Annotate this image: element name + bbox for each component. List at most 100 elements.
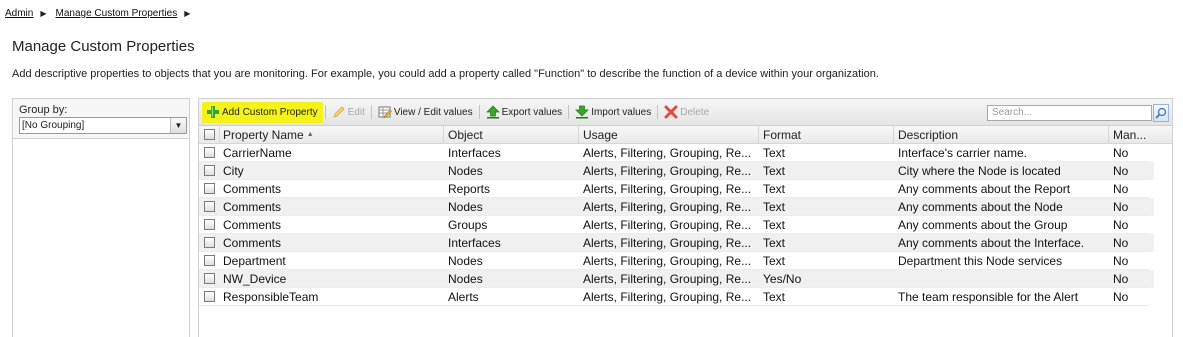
- search-button[interactable]: [1153, 104, 1169, 122]
- add-custom-property-button[interactable]: Add Custom Property: [202, 101, 323, 123]
- column-header-property-name[interactable]: Property Name ▲: [220, 126, 444, 143]
- search-input[interactable]: Search...: [987, 105, 1152, 121]
- import-values-label: Import values: [591, 106, 652, 118]
- object-cell: Reports: [444, 180, 579, 198]
- property-name-cell: Comments: [220, 180, 444, 198]
- object-cell: Nodes: [444, 198, 579, 216]
- row-checkbox[interactable]: [204, 165, 215, 176]
- row-checkbox-cell: [199, 252, 220, 270]
- format-cell: Yes/No: [759, 270, 894, 288]
- row-checkbox[interactable]: [204, 273, 215, 284]
- property-name-cell: NW_Device: [220, 270, 444, 288]
- group-by-select[interactable]: [No Grouping] ▼: [19, 117, 187, 134]
- row-checkbox[interactable]: [204, 183, 215, 194]
- format-cell: Text: [759, 144, 894, 162]
- format-cell: Text: [759, 162, 894, 180]
- table-row[interactable]: CarrierName Interfaces Alerts, Filtering…: [199, 144, 1154, 162]
- table-row[interactable]: Comments Groups Alerts, Filtering, Group…: [199, 216, 1154, 234]
- row-checkbox-cell: [199, 216, 220, 234]
- row-checkbox[interactable]: [204, 291, 215, 302]
- table-row[interactable]: Comments Reports Alerts, Filtering, Grou…: [199, 180, 1154, 198]
- edit-button[interactable]: Edit: [328, 102, 369, 123]
- view-edit-values-button[interactable]: View / Edit values: [374, 102, 477, 123]
- row-checkbox[interactable]: [204, 255, 215, 266]
- column-header-label: Property Name: [223, 127, 304, 142]
- usage-cell: Alerts, Filtering, Grouping, Re...: [579, 180, 759, 198]
- property-name-cell: Department: [220, 252, 444, 270]
- usage-cell: Alerts, Filtering, Grouping, Re...: [579, 252, 759, 270]
- row-checkbox-cell: [199, 288, 220, 306]
- description-cell: The team responsible for the Alert: [894, 288, 1109, 306]
- table-row[interactable]: ResponsibleTeam Alerts Alerts, Filtering…: [199, 288, 1154, 306]
- object-cell: Interfaces: [444, 234, 579, 252]
- property-name-cell: Comments: [220, 216, 444, 234]
- row-checkbox-cell: [199, 180, 220, 198]
- group-by-label: Group by:: [19, 104, 68, 116]
- row-checkbox[interactable]: [204, 147, 215, 158]
- chevron-down-icon[interactable]: ▼: [170, 118, 186, 133]
- format-cell: Text: [759, 216, 894, 234]
- add-icon: [207, 106, 219, 118]
- breadcrumb: Admin ▶ Manage Custom Properties ▶: [5, 8, 199, 19]
- object-cell: Nodes: [444, 162, 579, 180]
- format-cell: Text: [759, 198, 894, 216]
- usage-cell: Alerts, Filtering, Grouping, Re...: [579, 216, 759, 234]
- column-header-mandatory[interactable]: Man...: [1109, 126, 1149, 143]
- table-row[interactable]: Department Nodes Alerts, Filtering, Grou…: [199, 252, 1154, 270]
- format-cell: Text: [759, 180, 894, 198]
- custom-properties-grid: Add Custom Property Edit View / Edit val…: [198, 98, 1173, 337]
- group-by-header: Group by: [No Grouping] ▼: [13, 99, 189, 139]
- object-cell: Alerts: [444, 288, 579, 306]
- mandatory-cell: No: [1109, 162, 1149, 180]
- breadcrumb-admin-link[interactable]: Admin: [5, 8, 33, 19]
- import-values-button[interactable]: Import values: [571, 102, 655, 123]
- table-row[interactable]: NW_Device Nodes Alerts, Filtering, Group…: [199, 270, 1154, 288]
- edit-label: Edit: [347, 106, 365, 118]
- mandatory-cell: No: [1109, 198, 1149, 216]
- group-by-selected-value: [No Grouping]: [22, 120, 85, 131]
- row-checkbox[interactable]: [204, 219, 215, 230]
- add-custom-property-label: Add Custom Property: [222, 106, 318, 118]
- description-cell: Any comments about the Report: [894, 180, 1109, 198]
- row-checkbox[interactable]: [204, 201, 215, 212]
- usage-cell: Alerts, Filtering, Grouping, Re...: [579, 234, 759, 252]
- delete-button[interactable]: Delete: [660, 102, 713, 123]
- usage-cell: Alerts, Filtering, Grouping, Re...: [579, 162, 759, 180]
- table-row[interactable]: Comments Interfaces Alerts, Filtering, G…: [199, 234, 1154, 252]
- property-name-cell: CarrierName: [220, 144, 444, 162]
- column-header-object[interactable]: Object: [444, 126, 579, 143]
- property-name-cell: Comments: [220, 234, 444, 252]
- column-header-description[interactable]: Description: [894, 126, 1109, 143]
- row-checkbox-cell: [199, 198, 220, 216]
- select-all-cell: [199, 126, 220, 143]
- toolbar-divider: [324, 105, 326, 119]
- usage-cell: Alerts, Filtering, Grouping, Re...: [579, 288, 759, 306]
- row-checkbox-cell: [199, 162, 220, 180]
- mandatory-cell: No: [1109, 234, 1149, 252]
- toolbar-divider: [370, 105, 372, 119]
- page-description: Add descriptive properties to objects th…: [12, 68, 879, 80]
- mandatory-cell: No: [1109, 180, 1149, 198]
- export-arrow-up-icon: [485, 105, 500, 119]
- description-cell: City where the Node is located: [894, 162, 1109, 180]
- column-header-format[interactable]: Format: [759, 126, 894, 143]
- table-row[interactable]: City Nodes Alerts, Filtering, Grouping, …: [199, 162, 1154, 180]
- format-cell: Text: [759, 252, 894, 270]
- toolbar-divider: [478, 105, 480, 119]
- pencil-icon: [332, 106, 345, 118]
- format-cell: Text: [759, 234, 894, 252]
- delete-x-icon: [664, 105, 678, 119]
- toolbar-divider: [568, 105, 570, 119]
- row-checkbox-cell: [199, 144, 220, 162]
- column-header-usage[interactable]: Usage: [579, 126, 759, 143]
- table-row[interactable]: Comments Nodes Alerts, Filtering, Groupi…: [199, 198, 1154, 216]
- select-all-checkbox[interactable]: [203, 129, 215, 140]
- mandatory-cell: No: [1109, 144, 1149, 162]
- row-checkbox[interactable]: [204, 237, 215, 248]
- table-header: Property Name ▲ Object Usage Format Desc…: [199, 126, 1172, 144]
- row-checkbox-cell: [199, 270, 220, 288]
- breadcrumb-manage-custom-properties-link[interactable]: Manage Custom Properties: [56, 8, 178, 19]
- page-title: Manage Custom Properties: [12, 38, 195, 55]
- breadcrumb-separator-icon: ▶: [40, 9, 47, 18]
- export-values-button[interactable]: Export values: [482, 102, 567, 123]
